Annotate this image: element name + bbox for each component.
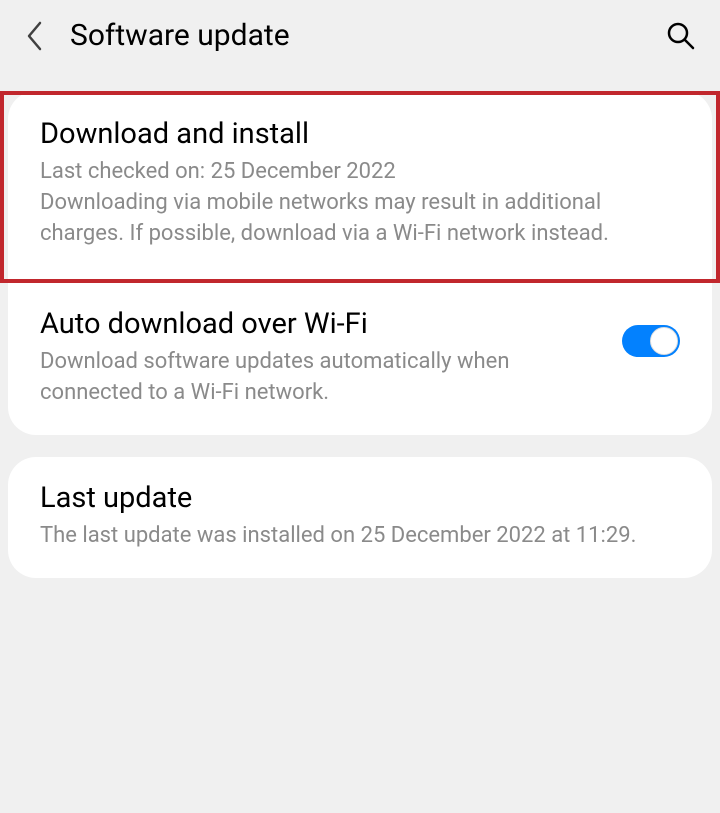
settings-card-2: Last update The last update was installe… — [8, 457, 712, 578]
download-and-install-item[interactable]: Download and install Last checked on: 25… — [0, 91, 720, 283]
auto-download-title: Auto download over Wi-Fi — [40, 307, 602, 341]
settings-card-1: Download and install Last checked on: 25… — [8, 91, 712, 435]
download-install-description: Last checked on: 25 December 2022 Downlo… — [40, 157, 680, 249]
header: Software update — [0, 0, 720, 71]
last-update-description: The last update was installed on 25 Dece… — [40, 521, 680, 552]
page-title: Software update — [70, 18, 666, 53]
last-update-item[interactable]: Last update The last update was installe… — [8, 457, 712, 578]
toggle-thumb — [650, 327, 678, 355]
download-install-title: Download and install — [40, 117, 680, 151]
last-update-title: Last update — [40, 481, 680, 515]
auto-download-description: Download software updates automatically … — [40, 347, 602, 409]
search-icon[interactable] — [666, 21, 696, 51]
back-icon[interactable] — [24, 19, 46, 53]
auto-download-item[interactable]: Auto download over Wi-Fi Download softwa… — [8, 283, 712, 435]
auto-download-toggle[interactable] — [622, 325, 680, 357]
